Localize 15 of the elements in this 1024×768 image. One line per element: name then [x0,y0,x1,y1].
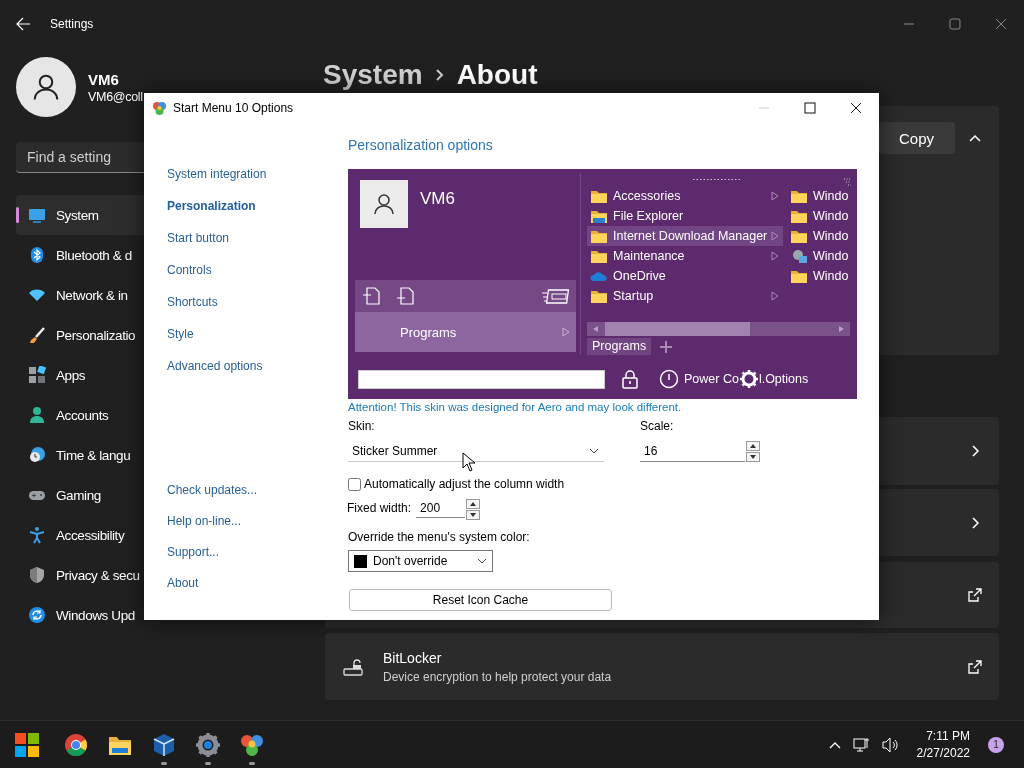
field-label: Scale: [640,418,675,434]
page-title: About [456,59,538,91]
card-subtitle: Device encryption to help protect your data [383,669,612,684]
field-label: Skin: [348,418,376,434]
user-name: VM6 [420,189,455,209]
window-title: Settings [50,17,94,31]
user-email: VM6@coll [88,89,143,104]
field-label: Override the menu's system color: [348,529,531,545]
user-name: VM6 [88,70,120,88]
checkbox-label: Automatically adjust the column width [364,477,565,491]
notice-text: Attention! This skin was designed for Aero and may look different. [348,400,683,414]
section-heading: Personalization options [348,136,493,155]
field-label: Fixed width: [347,500,412,517]
card-title: BitLocker [383,649,443,666]
dialog-title: Start Menu 10 Options [173,101,294,115]
